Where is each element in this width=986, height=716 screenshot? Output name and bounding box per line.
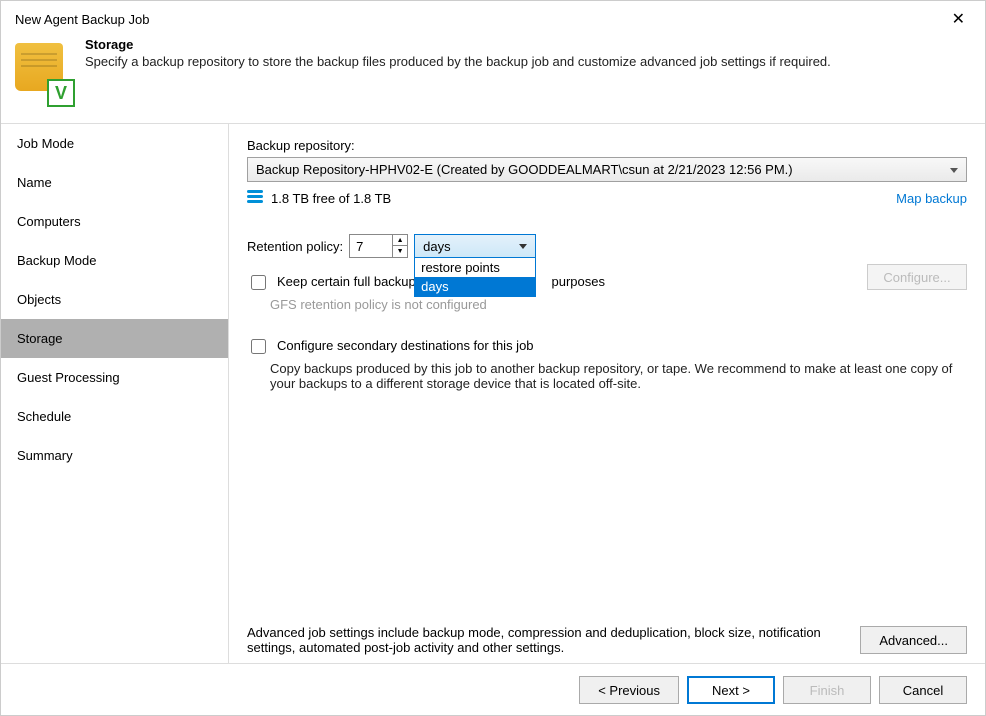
spinner-up-icon[interactable]: ▲ — [393, 235, 407, 246]
retention-unit-option-days[interactable]: days — [415, 277, 535, 296]
sidebar-item-schedule[interactable]: Schedule — [1, 397, 228, 436]
keep-full-backups-checkbox[interactable] — [251, 275, 266, 290]
retention-unit-select[interactable]: days — [414, 234, 536, 258]
map-backup-link[interactable]: Map backup — [896, 191, 967, 206]
advanced-button[interactable]: Advanced... — [860, 626, 967, 654]
retention-value-input[interactable] — [350, 237, 392, 256]
retention-spinner[interactable]: ▲ ▼ — [349, 234, 408, 258]
disk-stack-icon — [247, 190, 263, 206]
backup-repository-value: Backup Repository-HPHV02-E (Created by G… — [256, 162, 793, 177]
page-title: Storage — [85, 37, 831, 52]
sidebar-item-storage[interactable]: Storage — [1, 319, 228, 358]
retention-unit-option-restore-points[interactable]: restore points — [415, 258, 535, 277]
sidebar-item-objects[interactable]: Objects — [1, 280, 228, 319]
sidebar-item-guest-processing[interactable]: Guest Processing — [1, 358, 228, 397]
keep-full-backups-label-after: purposes — [552, 274, 605, 289]
previous-button[interactable]: < Previous — [579, 676, 679, 704]
advanced-settings-description: Advanced job settings include backup mod… — [247, 625, 848, 655]
backup-repository-label: Backup repository: — [247, 138, 967, 153]
close-icon[interactable]: ✕ — [946, 9, 971, 29]
finish-button: Finish — [783, 676, 871, 704]
secondary-destinations-checkbox[interactable] — [251, 339, 266, 354]
sidebar-item-summary[interactable]: Summary — [1, 436, 228, 475]
backup-repository-select[interactable]: Backup Repository-HPHV02-E (Created by G… — [247, 157, 967, 182]
secondary-destinations-description: Copy backups produced by this job to ano… — [270, 361, 967, 391]
window-title: New Agent Backup Job — [15, 12, 149, 27]
sidebar-item-name[interactable]: Name — [1, 163, 228, 202]
wizard-steps-sidebar: Job Mode Name Computers Backup Mode Obje… — [1, 124, 229, 663]
secondary-destinations-label: Configure secondary destinations for thi… — [277, 338, 534, 353]
page-subtitle: Specify a backup repository to store the… — [85, 54, 831, 69]
sidebar-item-computers[interactable]: Computers — [1, 202, 228, 241]
sidebar-item-backup-mode[interactable]: Backup Mode — [1, 241, 228, 280]
retention-unit-dropdown: restore points days — [414, 257, 536, 297]
keep-full-backups-label-before: Keep certain full backups — [277, 274, 422, 289]
retention-policy-label: Retention policy: — [247, 239, 343, 254]
retention-unit-value: days — [423, 239, 450, 254]
free-space-text: 1.8 TB free of 1.8 TB — [271, 191, 391, 206]
cancel-button[interactable]: Cancel — [879, 676, 967, 704]
spinner-down-icon[interactable]: ▼ — [393, 246, 407, 257]
sidebar-item-job-mode[interactable]: Job Mode — [1, 124, 228, 163]
storage-wizard-icon: V — [15, 37, 71, 107]
configure-button: Configure... — [867, 264, 967, 290]
next-button[interactable]: Next > — [687, 676, 775, 704]
gfs-not-configured-text: GFS retention policy is not configured — [270, 297, 967, 312]
